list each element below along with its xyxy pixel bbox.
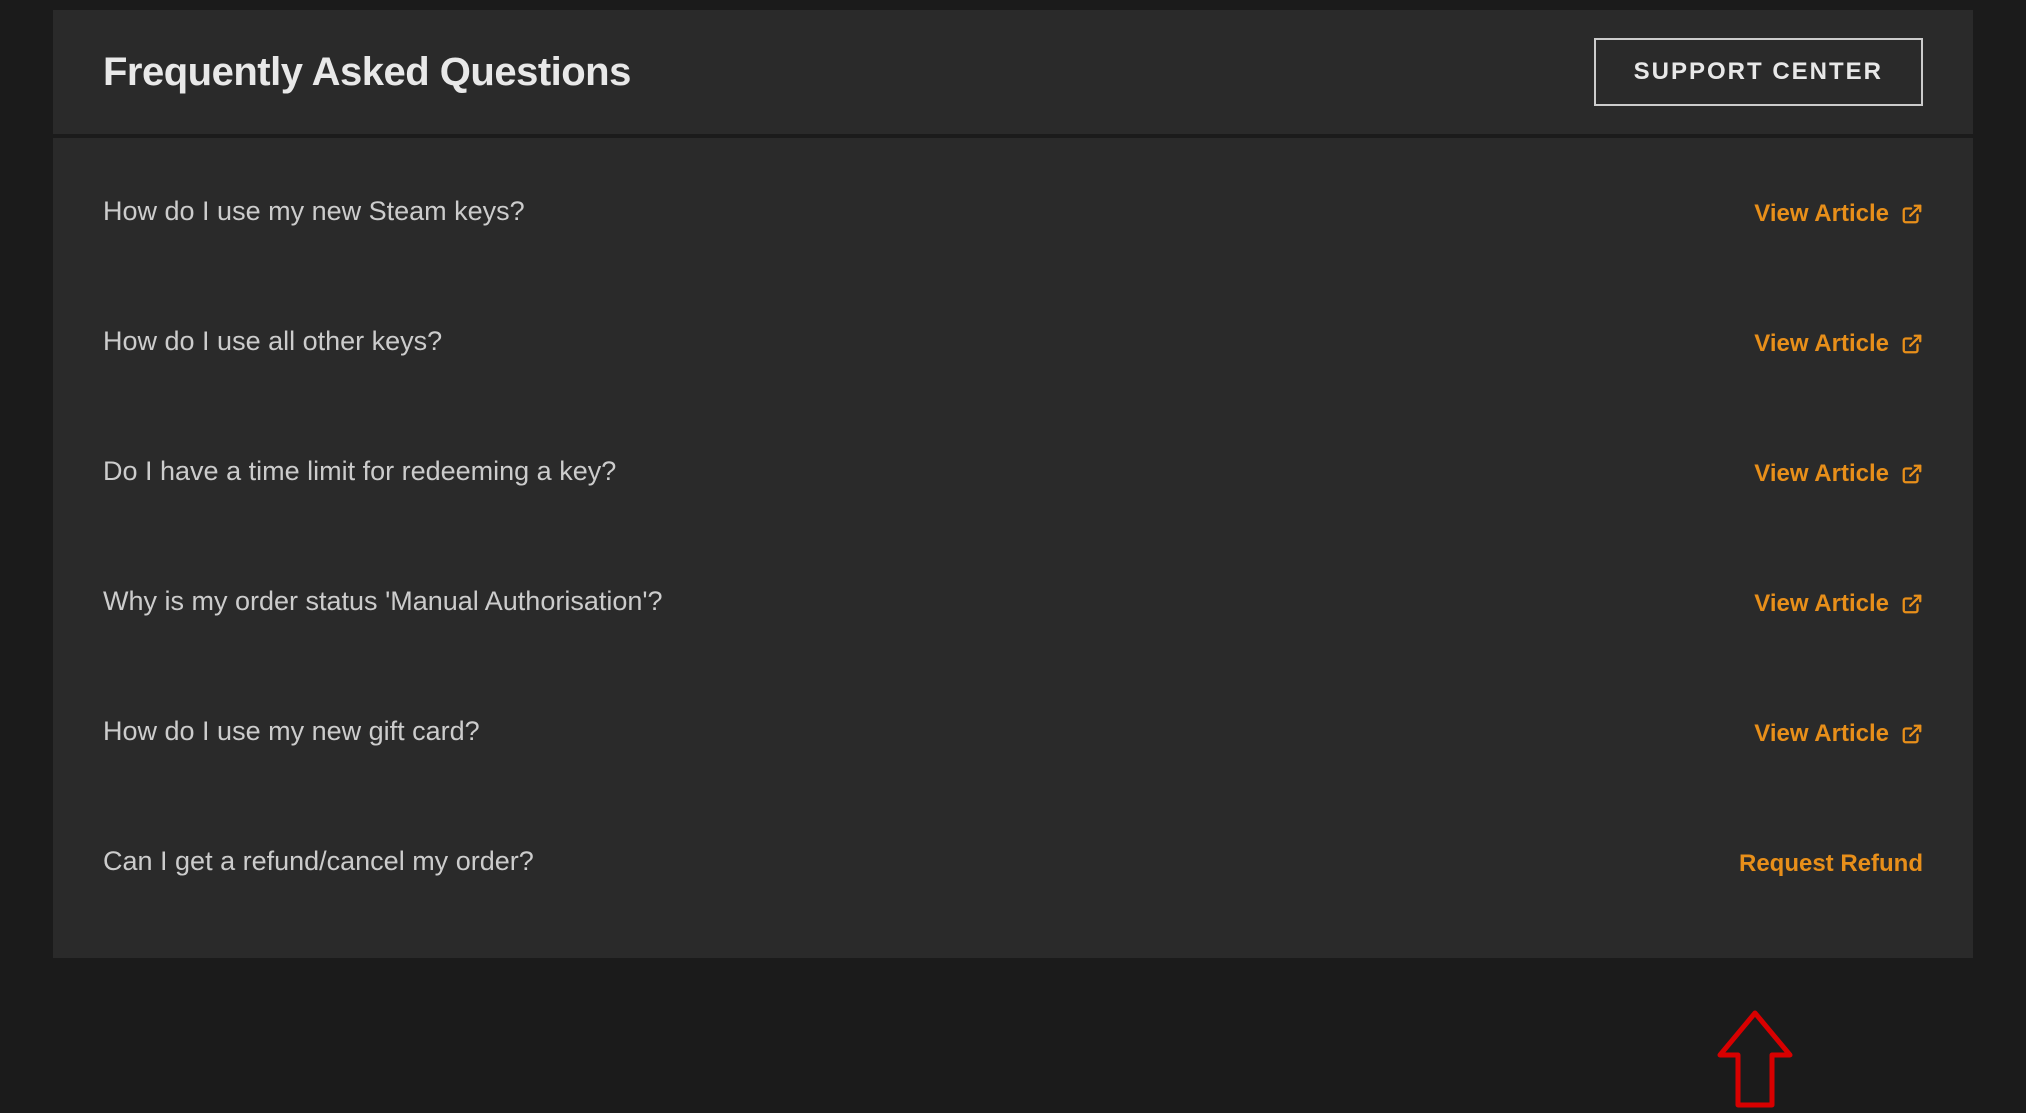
view-article-label: View Article — [1754, 330, 1889, 358]
view-article-label: View Article — [1754, 460, 1889, 488]
faq-question: Can I get a refund/cancel my order? — [103, 846, 534, 877]
faq-list: How do I use my new Steam keys? View Art… — [53, 138, 1973, 958]
faq-panel: Frequently Asked Questions SUPPORT CENTE… — [53, 10, 1973, 958]
support-center-button[interactable]: SUPPORT CENTER — [1594, 38, 1923, 106]
annotation-up-arrow — [1700, 1005, 1810, 1113]
view-article-label: View Article — [1754, 590, 1889, 618]
page-title: Frequently Asked Questions — [103, 50, 631, 95]
view-article-link[interactable]: View Article — [1754, 200, 1923, 228]
external-link-icon — [1901, 723, 1923, 745]
external-link-icon — [1901, 203, 1923, 225]
faq-item: Do I have a time limit for redeeming a k… — [103, 398, 1923, 528]
faq-item: Can I get a refund/cancel my order? Requ… — [103, 788, 1923, 918]
faq-question: How do I use all other keys? — [103, 326, 442, 357]
faq-item: Why is my order status 'Manual Authorisa… — [103, 528, 1923, 658]
faq-question: Do I have a time limit for redeeming a k… — [103, 456, 616, 487]
view-article-link[interactable]: View Article — [1754, 330, 1923, 358]
faq-question: Why is my order status 'Manual Authorisa… — [103, 586, 663, 617]
faq-question: How do I use my new Steam keys? — [103, 196, 525, 227]
view-article-label: View Article — [1754, 200, 1889, 228]
view-article-label: View Article — [1754, 720, 1889, 748]
faq-item: How do I use my new Steam keys? View Art… — [103, 138, 1923, 268]
faq-item: How do I use my new gift card? View Arti… — [103, 658, 1923, 788]
request-refund-label: Request Refund — [1739, 850, 1923, 878]
faq-item: How do I use all other keys? View Articl… — [103, 268, 1923, 398]
view-article-link[interactable]: View Article — [1754, 460, 1923, 488]
view-article-link[interactable]: View Article — [1754, 590, 1923, 618]
faq-question: How do I use my new gift card? — [103, 716, 480, 747]
view-article-link[interactable]: View Article — [1754, 720, 1923, 748]
external-link-icon — [1901, 333, 1923, 355]
request-refund-link[interactable]: Request Refund — [1739, 850, 1923, 878]
external-link-icon — [1901, 463, 1923, 485]
faq-header: Frequently Asked Questions SUPPORT CENTE… — [53, 10, 1973, 138]
external-link-icon — [1901, 593, 1923, 615]
